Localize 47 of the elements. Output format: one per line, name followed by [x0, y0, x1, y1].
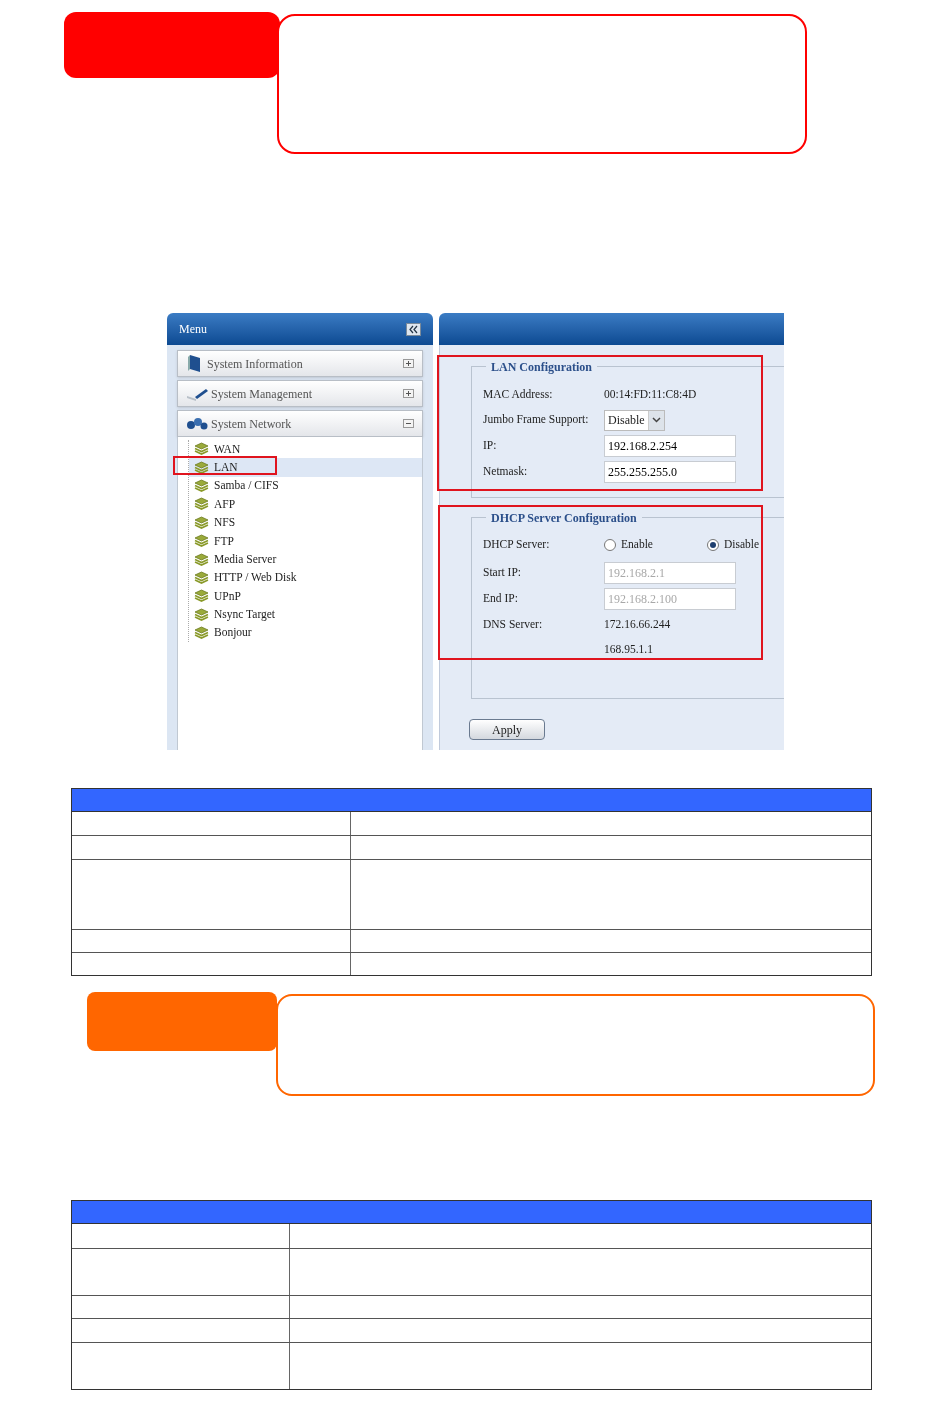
layers-icon	[194, 460, 209, 475]
layers-icon	[194, 607, 209, 622]
tree-item[interactable]: LAN	[189, 458, 422, 477]
tree-item[interactable]: FTP	[189, 531, 422, 551]
field-label: DNS Server:	[483, 616, 544, 632]
layers-icon	[194, 478, 209, 493]
menu-section[interactable]: System Information	[177, 350, 423, 377]
tree-item[interactable]: Bonjour	[189, 623, 422, 643]
field-label: Jumbo Frame Support:	[483, 412, 590, 428]
chevron-down-icon	[651, 417, 661, 423]
menu-title: Menu	[179, 321, 207, 338]
layers-icon	[194, 515, 209, 530]
tree-item[interactable]: Nsync Target	[189, 605, 422, 624]
field-value: 172.16.66.244	[604, 616, 671, 632]
collapse-icon[interactable]	[406, 322, 421, 336]
tree-item[interactable]: HTTP / Web Disk	[189, 568, 422, 588]
tree-item[interactable]: NFS	[189, 513, 422, 532]
input-field[interactable]: 255.255.255.0	[604, 461, 736, 483]
radio-option[interactable]: Enable	[604, 536, 707, 554]
tree-item[interactable]: Media Server	[189, 550, 422, 569]
tree-item[interactable]: UPnP	[189, 587, 422, 606]
layers-icon	[194, 552, 209, 567]
layers-icon	[194, 497, 209, 512]
input-field[interactable]: 192.168.2.254	[604, 435, 736, 457]
tree-item[interactable]: Samba / CIFS	[189, 476, 422, 496]
tree-item[interactable]: AFP	[189, 495, 422, 514]
tools-icon	[186, 386, 208, 401]
menu-section[interactable]: System Management	[177, 380, 423, 407]
network-icon	[186, 416, 208, 431]
field-label: Netmask:	[483, 464, 529, 480]
layers-icon	[194, 534, 209, 549]
field-label: DHCP Server:	[483, 537, 551, 553]
tree-item[interactable]: WAN	[189, 440, 422, 459]
field-label: Start IP:	[483, 565, 522, 581]
field-label: MAC Address:	[483, 386, 554, 402]
layers-icon	[194, 589, 209, 604]
field-value: 00:14:FD:11:C8:4D	[604, 386, 697, 402]
field-value: 168.95.1.1	[604, 641, 653, 657]
dropdown[interactable]: Disable	[604, 409, 665, 431]
layers-icon	[194, 626, 209, 641]
radio-option[interactable]: Disable	[707, 536, 760, 554]
layers-icon	[194, 570, 209, 585]
field-label: End IP:	[483, 591, 519, 607]
menu-section[interactable]: System Network	[177, 410, 423, 437]
field-label: IP:	[483, 438, 498, 454]
layers-icon	[194, 442, 209, 457]
apply-button[interactable]: Apply	[469, 719, 545, 740]
